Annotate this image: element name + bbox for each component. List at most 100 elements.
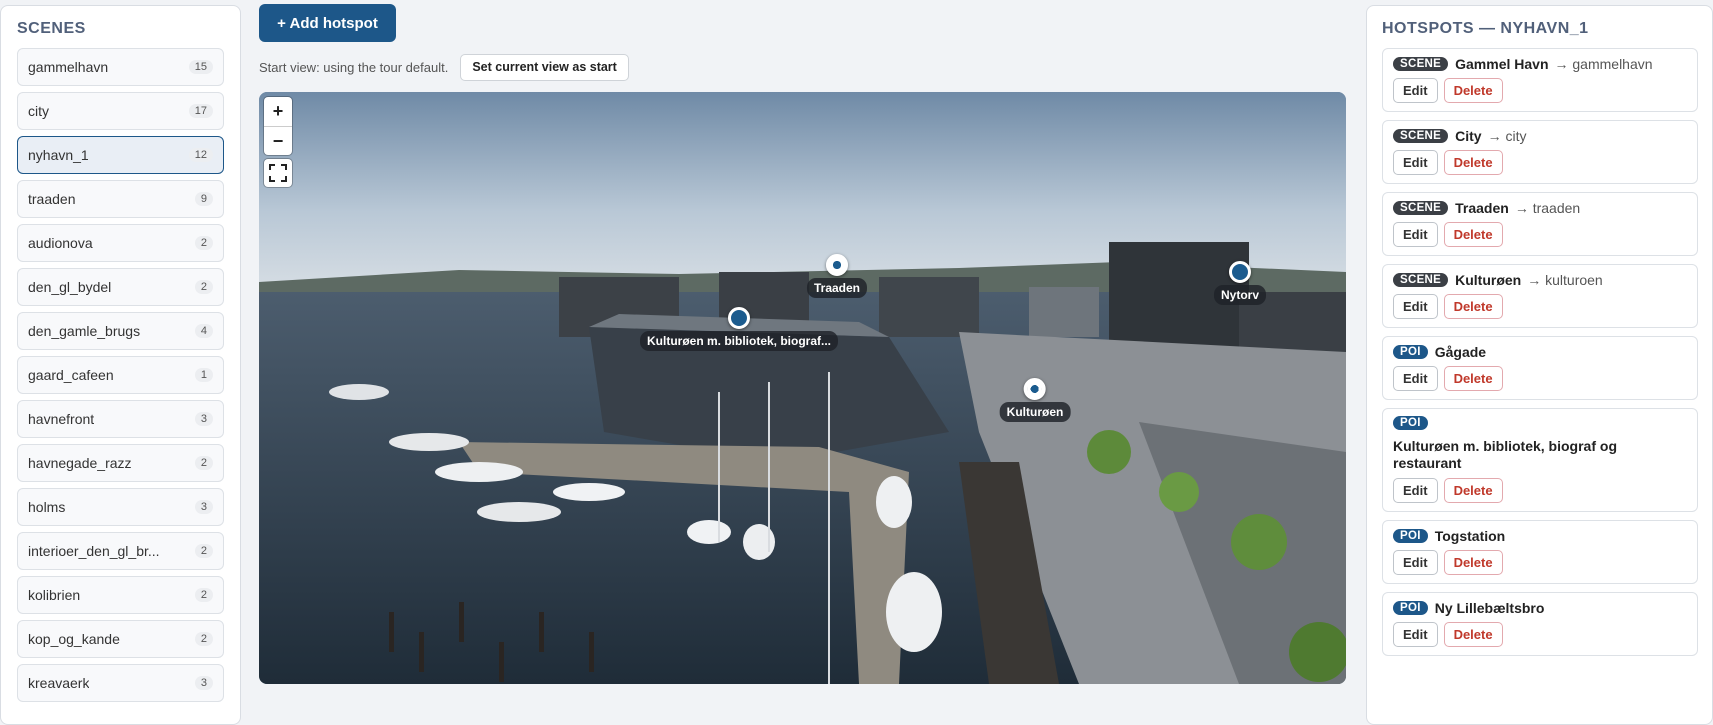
hotspot-label: Nytorv bbox=[1213, 285, 1267, 305]
hotspot-count-badge: 3 bbox=[194, 412, 213, 426]
type-badge: POI bbox=[1393, 529, 1428, 543]
scene-item[interactable]: gammelhavn 15 bbox=[17, 48, 224, 86]
scene-name: audionova bbox=[28, 235, 93, 251]
hotspot-card: POI Ny Lillebæltsbro Edit Delete bbox=[1382, 592, 1698, 656]
hotspot-dot bbox=[1228, 261, 1251, 283]
hotspot-count-badge: 1 bbox=[194, 368, 213, 382]
hotspot-title: Gammel Havn bbox=[1455, 56, 1549, 72]
scene-item[interactable]: holms 3 bbox=[17, 488, 224, 526]
hotspot-dot bbox=[826, 254, 848, 276]
scene-item-active[interactable]: nyhavn_1 12 bbox=[17, 136, 224, 174]
zoom-in-button[interactable]: + bbox=[264, 97, 292, 126]
hotspot-title: Togstation bbox=[1434, 528, 1506, 544]
scene-name: interioer_den_gl_br... bbox=[28, 543, 160, 559]
edit-button[interactable]: Edit bbox=[1393, 478, 1438, 503]
edit-button[interactable]: Edit bbox=[1393, 622, 1438, 647]
delete-button[interactable]: Delete bbox=[1443, 78, 1503, 103]
scene-item[interactable]: traaden 9 bbox=[17, 180, 224, 218]
scene-item[interactable]: havnegade_razz 2 bbox=[17, 444, 224, 482]
scene-item[interactable]: havnefront 3 bbox=[17, 400, 224, 438]
scene-name: havnegade_razz bbox=[28, 455, 132, 471]
type-badge: SCENE bbox=[1393, 273, 1449, 287]
scene-list: gammelhavn 15 city 17 nyhavn_1 12 traaden 9 … bbox=[17, 48, 224, 702]
type-badge: POI bbox=[1393, 345, 1428, 359]
hotspot-label: Kulturøen m. bibliotek, biograf... bbox=[639, 331, 839, 351]
scene-item[interactable]: audionova 2 bbox=[17, 224, 224, 262]
hotspot-card: SCENE Traaden → traaden Edit Delete bbox=[1382, 192, 1698, 256]
hotspot-count-badge: 2 bbox=[194, 588, 213, 602]
hotspot-label: Traaden bbox=[806, 278, 868, 298]
hotspot-target: → kulturoen bbox=[1527, 272, 1603, 288]
scene-item[interactable]: kreavaerk 3 bbox=[17, 664, 224, 702]
edit-button[interactable]: Edit bbox=[1393, 550, 1438, 575]
edit-button[interactable]: Edit bbox=[1393, 366, 1438, 391]
scene-item[interactable]: kop_og_kande 2 bbox=[17, 620, 224, 658]
scene-name: den_gl_bydel bbox=[28, 279, 112, 295]
scene-name: den_gamle_brugs bbox=[28, 323, 141, 339]
scene-item[interactable]: kolibrien 2 bbox=[17, 576, 224, 614]
zoom-out-button[interactable]: − bbox=[264, 126, 292, 155]
hotspot-target: → traaden bbox=[1514, 200, 1581, 216]
delete-button[interactable]: Delete bbox=[1443, 550, 1503, 575]
hotspot-card: POI Gågade Edit Delete bbox=[1382, 336, 1698, 400]
edit-button[interactable]: Edit bbox=[1393, 294, 1438, 319]
scene-item[interactable]: gaard_cafeen 1 bbox=[17, 356, 224, 394]
scenes-title: SCENES bbox=[17, 20, 86, 37]
hotspot-marker[interactable]: Kulturøen m. bibliotek, biograf... bbox=[639, 307, 839, 351]
hotspots-title: HOTSPOTS — NYHAVN_1 bbox=[1382, 20, 1589, 37]
hotspot-marker[interactable]: Nytorv bbox=[1213, 261, 1267, 305]
hotspot-marker[interactable]: Traaden bbox=[806, 254, 868, 298]
hotspot-card: SCENE City → city Edit Delete bbox=[1382, 120, 1698, 184]
panorama-image bbox=[259, 92, 1346, 684]
hotspot-target: → gammelhavn bbox=[1554, 56, 1653, 72]
scene-name: havnefront bbox=[28, 411, 95, 427]
delete-button[interactable]: Delete bbox=[1443, 366, 1503, 391]
scene-name: kop_og_kande bbox=[28, 631, 120, 647]
hotspot-count-badge: 12 bbox=[188, 148, 213, 162]
type-badge: SCENE bbox=[1393, 57, 1449, 71]
edit-button[interactable]: Edit bbox=[1393, 150, 1438, 175]
delete-button[interactable]: Delete bbox=[1443, 478, 1503, 503]
hotspot-dot bbox=[727, 307, 750, 329]
hotspot-marker[interactable]: Kulturøen bbox=[999, 378, 1071, 422]
zoom-control: + − bbox=[264, 97, 292, 155]
hotspot-count-badge: 3 bbox=[194, 676, 213, 690]
hotspot-count-badge: 17 bbox=[188, 104, 213, 118]
scene-name: holms bbox=[28, 499, 66, 515]
panorama-viewer[interactable]: + − Traaden Nytorv Kulturøen m. bibliote… bbox=[259, 92, 1346, 684]
delete-button[interactable]: Delete bbox=[1443, 294, 1503, 319]
scene-item[interactable]: den_gamle_brugs 4 bbox=[17, 312, 224, 350]
hotspot-count-badge: 2 bbox=[194, 280, 213, 294]
hotspot-count-badge: 2 bbox=[194, 236, 213, 250]
hotspot-title: Ny Lillebæltsbro bbox=[1434, 600, 1545, 616]
edit-button[interactable]: Edit bbox=[1393, 78, 1438, 103]
delete-button[interactable]: Delete bbox=[1443, 222, 1503, 247]
hotspot-label: Kulturøen bbox=[999, 402, 1071, 422]
hotspot-title: Traaden bbox=[1455, 200, 1509, 216]
scenes-panel: SCENES gammelhavn 15 city 17 nyhavn_1 12 tr… bbox=[0, 5, 241, 725]
set-start-view-button[interactable]: Set current view as start bbox=[460, 53, 629, 81]
hotspot-card: POI Kulturøen m. bibliotek, biograf og re… bbox=[1382, 408, 1698, 512]
scene-name: kreavaerk bbox=[28, 675, 90, 691]
scene-item[interactable]: den_gl_bydel 2 bbox=[17, 268, 224, 306]
type-badge: SCENE bbox=[1393, 129, 1449, 143]
hotspot-count-badge: 2 bbox=[194, 456, 213, 470]
scene-item[interactable]: city 17 bbox=[17, 92, 224, 130]
scene-name: nyhavn_1 bbox=[28, 147, 89, 163]
hotspot-card: POI Togstation Edit Delete bbox=[1382, 520, 1698, 584]
delete-button[interactable]: Delete bbox=[1443, 622, 1503, 647]
scene-item[interactable]: interioer_den_gl_br... 2 bbox=[17, 532, 224, 570]
delete-button[interactable]: Delete bbox=[1443, 150, 1503, 175]
hotspot-count-badge: 4 bbox=[194, 324, 213, 338]
hotspot-card: SCENE Gammel Havn → gammelhavn Edit Delete bbox=[1382, 48, 1698, 112]
hotspots-panel: HOTSPOTS — NYHAVN_1 SCENE Gammel Havn → ga… bbox=[1366, 5, 1713, 725]
hotspot-count-badge: 2 bbox=[194, 544, 213, 558]
fullscreen-button[interactable] bbox=[264, 159, 292, 187]
start-view-status: Start view: using the tour default. bbox=[259, 59, 449, 75]
edit-button[interactable]: Edit bbox=[1393, 222, 1438, 247]
hotspot-title: City bbox=[1455, 128, 1482, 144]
scene-name: kolibrien bbox=[28, 587, 81, 603]
add-hotspot-button[interactable]: + Add hotspot bbox=[259, 4, 396, 42]
hotspot-count-badge: 15 bbox=[188, 60, 213, 74]
hotspot-count-badge: 3 bbox=[194, 500, 213, 514]
